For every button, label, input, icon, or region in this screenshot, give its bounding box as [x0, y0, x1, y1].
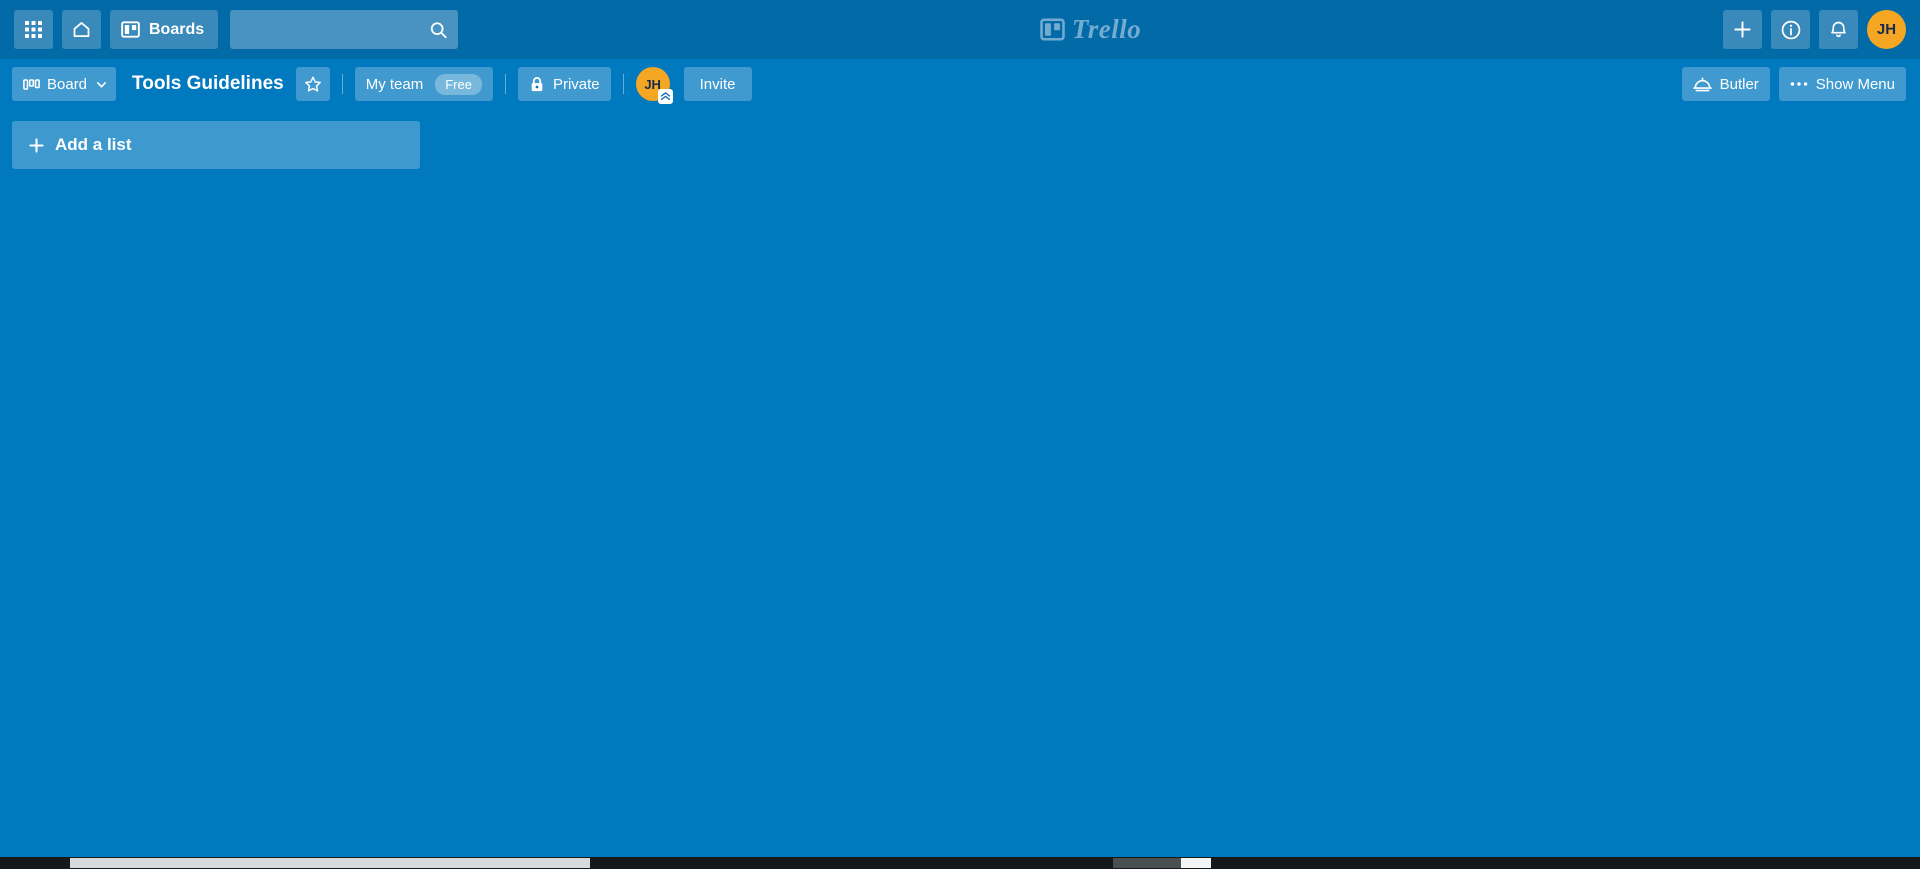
- board-member-avatar[interactable]: JH: [635, 67, 673, 104]
- bell-icon: [1828, 19, 1849, 40]
- star-board-button[interactable]: [295, 67, 330, 101]
- scrollbar-segment-white[interactable]: [1181, 858, 1211, 868]
- show-menu-label: Show Menu: [1815, 75, 1895, 93]
- ellipsis-icon: [1790, 81, 1808, 87]
- search-input[interactable]: [230, 10, 459, 49]
- notifications-button[interactable]: [1819, 10, 1858, 49]
- apps-grid-button[interactable]: [14, 10, 53, 49]
- visibility-button[interactable]: Private: [517, 67, 611, 101]
- show-menu-button[interactable]: Show Menu: [1778, 67, 1906, 101]
- global-top-bar: Boards Trello JH: [0, 0, 1920, 59]
- chevron-down-icon: [95, 78, 108, 91]
- boards-button[interactable]: Boards: [110, 10, 219, 49]
- horizontal-scrollbar-thumb[interactable]: [70, 858, 590, 868]
- user-avatar-top[interactable]: JH: [1867, 10, 1906, 49]
- add-list-button[interactable]: Add a list: [12, 121, 420, 169]
- board-columns-icon: [23, 77, 40, 92]
- butler-button[interactable]: Butler: [1681, 67, 1770, 101]
- board-view-switcher-button[interactable]: Board: [12, 67, 117, 101]
- atlassian-badge-icon: [657, 89, 673, 104]
- search-box[interactable]: [230, 10, 459, 49]
- plus-icon: [28, 137, 45, 154]
- star-outline-icon: [304, 75, 322, 93]
- info-circle-icon: [1780, 19, 1802, 41]
- butler-label: Butler: [1719, 75, 1759, 93]
- butler-bell-icon: [1692, 76, 1712, 93]
- lock-icon: [529, 76, 545, 93]
- bottom-scrollbar-strip: [0, 857, 1920, 869]
- team-button[interactable]: My team Free: [354, 67, 493, 101]
- trello-logo[interactable]: Trello: [1040, 14, 1142, 45]
- board-canvas: Add a list: [0, 109, 1920, 857]
- boards-button-label: Boards: [149, 20, 205, 38]
- avatar-initials: JH: [1876, 21, 1897, 38]
- boards-icon: [121, 20, 140, 39]
- visibility-label: Private: [552, 75, 600, 93]
- top-bar-actions: JH: [1723, 10, 1906, 49]
- scrollbar-segment-gray[interactable]: [1113, 858, 1181, 868]
- invite-button[interactable]: Invite: [683, 67, 752, 101]
- board-header-bar: Board Tools Guidelines My team Free Priv…: [0, 59, 1920, 109]
- header-divider: [341, 74, 343, 94]
- trello-board-icon: [1040, 17, 1065, 42]
- invite-label: Invite: [699, 75, 736, 93]
- plus-icon: [1732, 19, 1753, 40]
- home-icon: [71, 19, 92, 40]
- grid-apps-icon: [24, 20, 43, 39]
- team-plan-badge: Free: [435, 73, 482, 95]
- header-divider: [622, 74, 624, 94]
- add-list-label: Add a list: [55, 135, 132, 154]
- info-button[interactable]: [1771, 10, 1810, 49]
- header-divider: [504, 74, 506, 94]
- board-title: Tools Guidelines: [132, 73, 284, 94]
- trello-wordmark: Trello: [1071, 14, 1142, 44]
- board-view-label: Board: [47, 75, 88, 93]
- add-button[interactable]: [1723, 10, 1762, 49]
- team-name: My team: [365, 75, 424, 93]
- home-button[interactable]: [62, 10, 101, 49]
